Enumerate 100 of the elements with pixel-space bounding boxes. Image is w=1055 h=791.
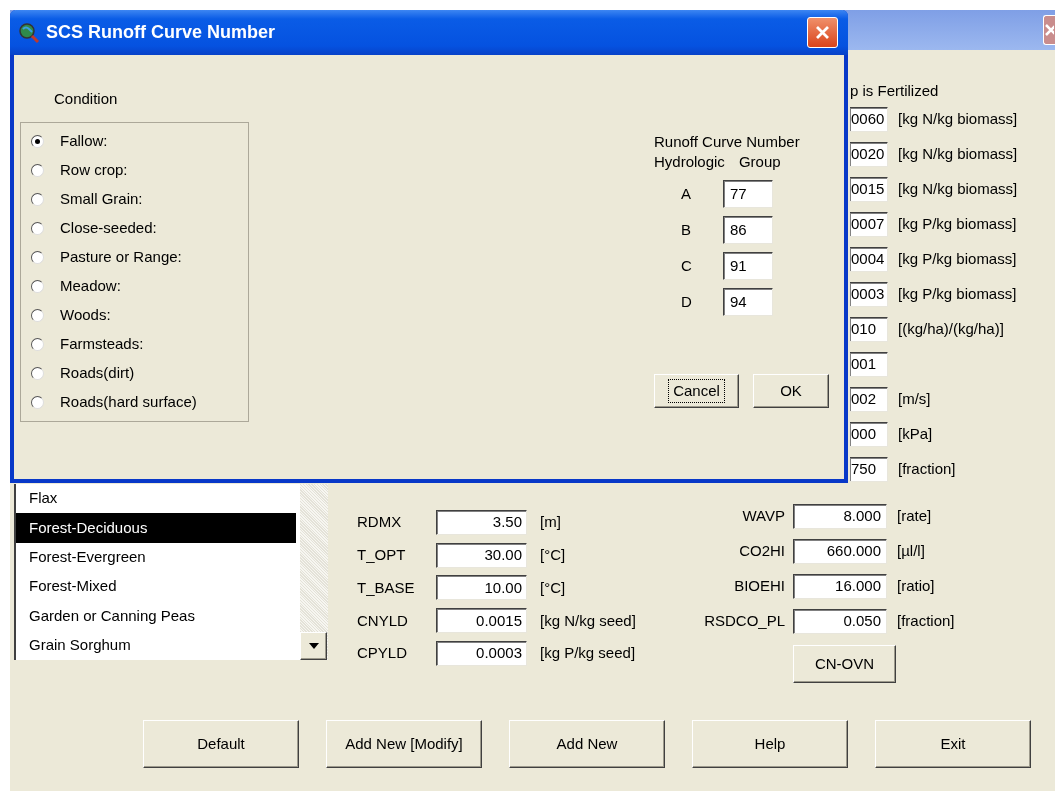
radio-button[interactable] [31, 163, 44, 177]
value-field[interactable]: 3.50 [436, 509, 527, 535]
radio-label: Close-seeded: [60, 217, 157, 238]
unit-label: [kg N/kg biomass] [898, 109, 1018, 130]
unit-label: [kg P/kg biomass] [898, 284, 1017, 305]
group-letter: B [681, 219, 692, 240]
value-field[interactable]: 0.050 [793, 609, 887, 634]
param-label: CO2HI [738, 541, 785, 562]
param-label: T_OPT [356, 544, 407, 565]
radio-label: Row crop: [60, 159, 128, 180]
value-field[interactable]: 10.00 [436, 575, 527, 601]
value-field[interactable]: 0007 [850, 212, 888, 237]
close-button[interactable] [1043, 15, 1055, 45]
value-field[interactable]: 000 [850, 422, 888, 447]
param-label: CPYLD [356, 643, 409, 664]
group-letter: A [681, 183, 692, 204]
close-button[interactable] [807, 17, 838, 48]
radio-button[interactable] [31, 279, 44, 293]
param-label: BIOEHI [733, 576, 785, 597]
unit-label: [ratio] [897, 576, 935, 597]
unit-label: [m/s] [898, 389, 931, 410]
action-button[interactable]: Exit [875, 720, 1031, 768]
dialog-title: SCS Runoff Curve Number [46, 21, 276, 44]
radio-label: Roads(dirt) [60, 362, 135, 383]
unit-label: [kg N/kg biomass] [898, 179, 1018, 200]
value-field[interactable]: 002 [850, 387, 888, 412]
radio-label: Fallow: [60, 130, 108, 151]
list-item[interactable]: Forest-Evergreen [16, 542, 296, 572]
value-field[interactable]: 010 [850, 317, 888, 342]
unit-label: [kg P/kg biomass] [898, 214, 1017, 235]
value-field[interactable]: 91 [723, 252, 773, 280]
close-icon [1044, 23, 1054, 37]
unit-label: [fraction] [898, 459, 956, 480]
unit-label: [kg N/kg biomass] [898, 144, 1018, 165]
column-heading: Group [738, 152, 781, 172]
unit-label: [kg N/kg seed] [540, 610, 636, 631]
radio-button[interactable] [31, 134, 44, 148]
param-label: CNYLD [356, 610, 409, 631]
value-field[interactable]: 16.000 [793, 574, 887, 599]
list-item[interactable]: Flax [16, 484, 296, 514]
group-letter: C [681, 255, 693, 276]
close-icon [815, 25, 830, 40]
unit-label: [°C] [540, 544, 566, 565]
unit-label: [m] [540, 512, 561, 533]
value-field[interactable]: 8.000 [793, 504, 887, 529]
radio-button[interactable] [31, 337, 44, 351]
value-field[interactable]: 660.000 [793, 539, 887, 564]
value-field[interactable]: 0015 [850, 177, 888, 202]
unit-label: [fraction] [897, 611, 955, 632]
param-label: T_BASE [356, 577, 416, 598]
param-label: WAVP [741, 506, 785, 527]
list-item[interactable]: Forest-Deciduous [16, 513, 296, 543]
globe-magnifier-icon [18, 21, 40, 44]
unit-label: [kPa] [898, 424, 933, 445]
action-button[interactable]: Add New [Modify] [326, 720, 482, 768]
value-field[interactable]: 750 [850, 457, 888, 482]
value-field[interactable]: 0060 [850, 107, 888, 132]
column-heading: Hydrologic [654, 152, 725, 172]
list-item[interactable]: Grain Sorghum [16, 630, 296, 660]
radio-label: Roads(hard surface) [60, 391, 197, 412]
condition-label: Condition [54, 89, 119, 109]
radio-button[interactable] [31, 221, 44, 235]
scroll-down-button[interactable] [300, 632, 327, 660]
dialog-button[interactable]: OK [753, 374, 829, 408]
unit-label: [°C] [540, 577, 566, 598]
unit-label: [(kg/ha)/(kg/ha)] [898, 319, 1004, 340]
list-item[interactable]: Forest-Mixed [16, 572, 296, 602]
radio-button[interactable] [31, 395, 44, 409]
runoff-heading: Runoff Curve Number [654, 132, 801, 152]
unit-label: [rate] [897, 506, 932, 527]
value-field[interactable]: 94 [723, 288, 773, 316]
dialog-button[interactable]: Cancel [654, 374, 739, 408]
action-button[interactable]: Default [143, 720, 299, 768]
value-field[interactable]: 30.00 [436, 542, 527, 568]
value-field[interactable]: 77 [723, 180, 773, 208]
value-field[interactable]: 0.0015 [436, 608, 527, 634]
radio-label: Woods: [60, 304, 111, 325]
value-field[interactable]: 0.0003 [436, 641, 527, 667]
group-letter: D [681, 291, 693, 312]
list-item[interactable]: Garden or Canning Peas [16, 601, 296, 631]
radio-button[interactable] [31, 366, 44, 380]
param-label: RDMX [356, 512, 403, 533]
radio-button[interactable] [31, 308, 44, 322]
scrollbar[interactable] [300, 484, 328, 660]
value-field[interactable]: 001 [850, 352, 888, 377]
value-field[interactable]: 0004 [850, 247, 888, 272]
radio-label: Pasture or Range: [60, 246, 182, 267]
value-field[interactable]: 0003 [850, 282, 888, 307]
radio-label: Small Grain: [60, 188, 143, 209]
action-button[interactable]: Add New [509, 720, 665, 768]
unit-label: [µl/l] [897, 541, 925, 562]
cn-ovn-button[interactable]: CN-OVN [793, 645, 896, 683]
value-field[interactable]: 86 [723, 216, 773, 244]
unit-label: [kg P/kg biomass] [898, 249, 1017, 270]
action-button[interactable]: Help [692, 720, 848, 768]
unit-label: [kg P/kg seed] [540, 643, 636, 664]
radio-button[interactable] [31, 192, 44, 206]
radio-label: Meadow: [60, 275, 121, 296]
value-field[interactable]: 0020 [850, 142, 888, 167]
radio-button[interactable] [31, 250, 44, 264]
